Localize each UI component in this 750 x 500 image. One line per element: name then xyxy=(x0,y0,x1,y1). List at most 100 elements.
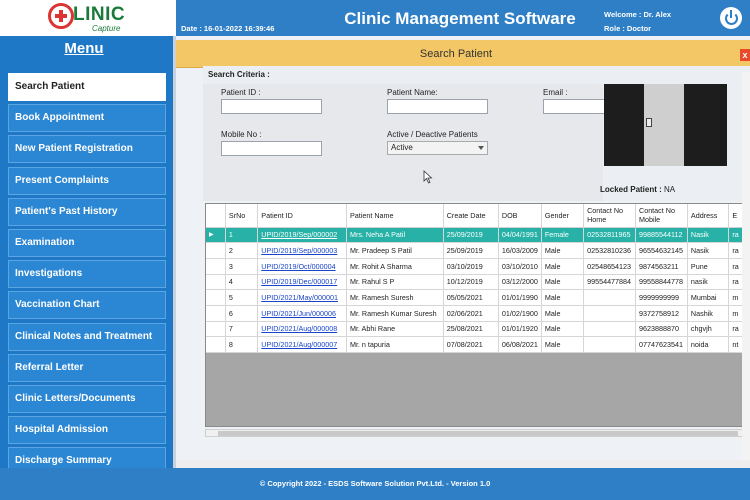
patient-id-input[interactable] xyxy=(221,99,322,114)
table-row[interactable]: 2 UPID/2019/Sep/000003 Mr. Pradeep S Pat… xyxy=(206,242,749,259)
cell-patient-name: Mrs. Neha A Patil xyxy=(346,227,444,244)
main-horizontal-scrollbar[interactable] xyxy=(176,460,750,468)
patient-id-link[interactable]: UPID/2019/Sep/000002 xyxy=(261,230,337,239)
cell-dob: 01/01/1920 xyxy=(498,321,542,338)
sidebar-item-book-appointment[interactable]: Book Appointment xyxy=(8,104,166,133)
cell-address: Mumbai xyxy=(687,289,730,306)
current-date: Date : 16-01-2022 16:39:46 xyxy=(181,24,275,33)
sidebar-item-referral-letter[interactable]: Referral Letter xyxy=(8,353,166,382)
sidebar-item-clinic-letters[interactable]: Clinic Letters/Documents xyxy=(8,384,166,413)
patient-id-link[interactable]: UPID/2021/May/000001 xyxy=(261,293,338,302)
cell-contact-home: 02532811965 xyxy=(583,227,636,244)
cell-contact-mobile: 96554632145 xyxy=(635,242,688,259)
patient-name-input[interactable] xyxy=(387,99,488,114)
cell-patient-id[interactable]: UPID/2019/Sep/000003 xyxy=(257,242,347,259)
patient-id-link[interactable]: UPID/2021/Aug/000008 xyxy=(261,324,337,333)
email-input[interactable] xyxy=(543,99,605,114)
table-row[interactable]: ▶ 1 UPID/2019/Sep/000002 Mrs. Neha A Pat… xyxy=(206,227,749,244)
cell-srno: 7 xyxy=(225,321,259,338)
table-row[interactable]: 7 UPID/2021/Aug/000008 Mr. Abhi Rane 25/… xyxy=(206,321,749,338)
welcome-text: Welcome : Dr. Alex xyxy=(604,10,672,19)
main-panel: Search Patient x Search Criteria : Patie… xyxy=(176,36,750,496)
column-header[interactable]: Create Date xyxy=(443,204,499,228)
sidebar-menu: Search Patient Book Appointment New Pati… xyxy=(8,73,166,468)
sidebar-item-search-patient[interactable]: Search Patient xyxy=(8,73,166,101)
cell-patient-id[interactable]: UPID/2021/Aug/000007 xyxy=(257,336,347,353)
user-info: Welcome : Dr. Alex Role : Doctor xyxy=(604,8,671,36)
cell-patient-name: Mr. Rahul S P xyxy=(346,274,444,291)
cell-patient-id[interactable]: UPID/2021/May/000001 xyxy=(257,289,347,306)
column-header[interactable]: Patient ID xyxy=(257,204,347,228)
patient-grid: SrNo Patient ID Patient Name Create Date… xyxy=(205,203,750,427)
column-header[interactable]: Patient Name xyxy=(346,204,444,228)
logo-subtitle: Capture xyxy=(92,24,121,33)
cell-patient-id[interactable]: UPID/2021/Jun/000006 xyxy=(257,305,347,322)
role-text: Role : Doctor xyxy=(604,24,652,33)
grid-horizontal-scrollbar[interactable] xyxy=(205,429,750,437)
cell-patient-id[interactable]: UPID/2019/Oct/000004 xyxy=(257,258,347,275)
column-header[interactable]: Contact No Home xyxy=(583,204,636,228)
column-header[interactable]: Gender xyxy=(541,204,585,228)
locked-patient-value: NA xyxy=(664,185,676,194)
power-icon[interactable] xyxy=(720,7,742,29)
sidebar-item-new-patient-registration[interactable]: New Patient Registration xyxy=(8,135,166,164)
cell-create-date: 02/06/2021 xyxy=(443,305,499,322)
top-header: LINIC Capture Date : 16-01-2022 16:39:46… xyxy=(0,0,750,36)
cell-address: nasik xyxy=(687,274,730,291)
cell-patient-id[interactable]: UPID/2021/Aug/000008 xyxy=(257,321,347,338)
cell-dob: 03/10/2010 xyxy=(498,258,542,275)
cell-address: Nashik xyxy=(687,305,730,322)
panel-header: Search Patient x xyxy=(176,40,750,68)
patient-id-link[interactable]: UPID/2021/Jun/000006 xyxy=(261,309,336,318)
cell-create-date: 10/12/2019 xyxy=(443,274,499,291)
cell-srno: 6 xyxy=(225,305,259,322)
cell-contact-mobile: 9372758912 xyxy=(635,305,688,322)
row-selector-icon: ▶ xyxy=(206,227,226,244)
close-button[interactable]: x xyxy=(740,49,750,61)
main-vertical-scrollbar[interactable] xyxy=(742,72,750,496)
sidebar-item-investigations[interactable]: Investigations xyxy=(8,260,166,289)
column-header[interactable]: Contact No Mobile xyxy=(635,204,688,228)
cell-srno: 4 xyxy=(225,274,259,291)
sidebar-item-discharge-summary[interactable]: Discharge Summary xyxy=(8,447,166,468)
patient-id-link[interactable]: UPID/2021/Aug/000007 xyxy=(261,340,337,349)
sidebar-item-present-complaints[interactable]: Present Complaints xyxy=(8,166,166,195)
cell-contact-home: 02548654123 xyxy=(583,258,636,275)
cell-patient-id[interactable]: UPID/2019/Dec/000017 xyxy=(257,274,347,291)
table-row[interactable]: 6 UPID/2021/Jun/000006 Mr. Ramesh Kumar … xyxy=(206,305,749,322)
logo: LINIC Capture xyxy=(0,0,176,36)
sidebar-item-past-history[interactable]: Patient's Past History xyxy=(8,197,166,226)
cell-dob: 01/02/1900 xyxy=(498,305,542,322)
sidebar-item-examination[interactable]: Examination xyxy=(8,228,166,257)
mobile-input[interactable] xyxy=(221,141,322,156)
cell-dob: 01/01/1990 xyxy=(498,289,542,306)
active-status-select[interactable]: Active xyxy=(387,141,488,155)
sidebar-item-clinical-notes[interactable]: Clinical Notes and Treatment xyxy=(8,322,166,351)
sidebar-item-vaccination-chart[interactable]: Vaccination Chart xyxy=(8,291,166,320)
cell-gender: Male xyxy=(541,242,585,259)
sidebar-item-hospital-admission[interactable]: Hospital Admission xyxy=(8,416,166,445)
patient-photo-right xyxy=(684,84,727,166)
table-row[interactable]: 3 UPID/2019/Oct/000004 Mr. Rohit A Sharm… xyxy=(206,258,749,275)
cell-contact-home xyxy=(583,305,636,322)
cell-create-date: 25/09/2019 xyxy=(443,242,499,259)
patient-table: SrNo Patient ID Patient Name Create Date… xyxy=(206,204,749,353)
medical-cross-icon xyxy=(55,10,67,22)
patient-id-link[interactable]: UPID/2019/Oct/000004 xyxy=(261,262,335,271)
active-deactive-label: Active / Deactive Patients xyxy=(387,130,478,139)
patient-id-link[interactable]: UPID/2019/Sep/000003 xyxy=(261,246,337,255)
cell-contact-mobile: 99558844778 xyxy=(635,274,688,291)
table-row[interactable]: 5 UPID/2021/May/000001 Mr. Ramesh Suresh… xyxy=(206,289,749,306)
patient-id-link[interactable]: UPID/2019/Dec/000017 xyxy=(261,277,337,286)
column-header[interactable]: SrNo xyxy=(225,204,259,228)
column-header[interactable]: DOB xyxy=(498,204,542,228)
table-row[interactable]: 8 UPID/2021/Aug/000007 Mr. n tapuria 07/… xyxy=(206,336,749,353)
cell-patient-name: Mr. Pradeep S Patil xyxy=(346,242,444,259)
cell-patient-id[interactable]: UPID/2019/Sep/000002 xyxy=(257,227,347,244)
table-row[interactable]: 4 UPID/2019/Dec/000017 Mr. Rahul S P 10/… xyxy=(206,274,749,291)
cell-srno: 2 xyxy=(225,242,259,259)
mobile-label: Mobile No : xyxy=(221,130,262,139)
cell-contact-home xyxy=(583,336,636,353)
column-header[interactable]: Address xyxy=(687,204,730,228)
cell-srno: 5 xyxy=(225,289,259,306)
